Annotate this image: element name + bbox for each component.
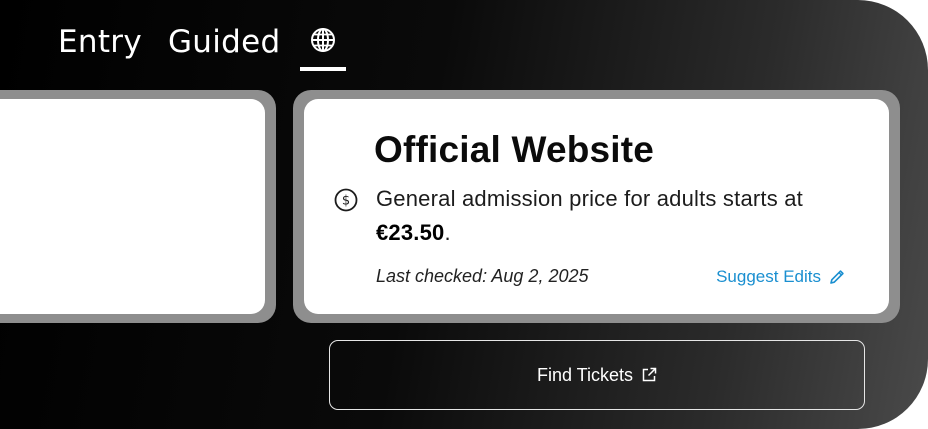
price-description: General admission price for adults start… (376, 182, 866, 250)
svg-text:$: $ (342, 194, 350, 209)
previous-card[interactable] (0, 90, 276, 323)
find-tickets-button[interactable]: Find Tickets (329, 340, 865, 410)
ticket-panel: Entry Guided Official Website $ General … (0, 0, 928, 429)
official-website-card: Official Website $ General admission pri… (293, 90, 900, 323)
price-description-text: General admission price for adults start… (376, 186, 803, 211)
last-checked: Last checked: Aug 2, 2025 (376, 266, 589, 286)
pencil-icon (830, 270, 844, 284)
tab-website[interactable] (299, 22, 346, 72)
card-title: Official Website (374, 129, 655, 170)
external-link-icon (642, 367, 657, 382)
active-tab-indicator (299, 67, 346, 71)
suggest-edits-label: Suggest Edits (716, 267, 821, 286)
globe-icon (310, 28, 335, 52)
official-website-card-body: Official Website $ General admission pri… (304, 99, 889, 314)
suggest-edits-link[interactable]: Suggest Edits (716, 267, 845, 287)
dollar-circle-icon: $ (334, 188, 358, 212)
price-value: €23.50 (376, 220, 445, 245)
tab-entry[interactable]: Entry (58, 22, 142, 62)
tab-bar: Entry Guided (58, 22, 346, 72)
tab-guided[interactable]: Guided (168, 22, 281, 62)
price-description-end: . (444, 220, 451, 245)
find-tickets-label: Find Tickets (536, 364, 634, 385)
previous-card-body (0, 99, 265, 314)
